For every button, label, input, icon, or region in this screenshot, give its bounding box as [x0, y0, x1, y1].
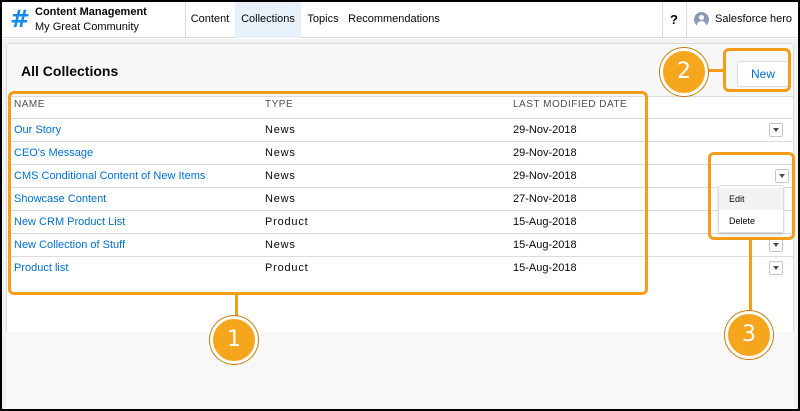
callout-connector: [749, 240, 752, 312]
callout-highlight-row-menu: [708, 152, 795, 240]
callout-badge: 2: [660, 48, 708, 96]
callout-badge: 3: [725, 311, 773, 359]
tab-content[interactable]: Content: [185, 2, 235, 38]
row-actions-chevron-down-icon[interactable]: [769, 123, 783, 137]
callout-connector: [235, 295, 238, 317]
user-avatar-icon[interactable]: [694, 12, 709, 27]
divider: [662, 2, 663, 38]
row-actions-chevron-down-icon[interactable]: [769, 261, 783, 275]
top-header: # Content Management My Great Community …: [2, 2, 798, 38]
tab-topics[interactable]: Topics: [301, 2, 345, 38]
divider: [686, 2, 687, 38]
community-logo-icon: #: [10, 5, 31, 33]
community-name[interactable]: My Great Community: [35, 21, 139, 33]
tab-collections[interactable]: Collections: [235, 2, 301, 38]
page-title: All Collections: [21, 63, 119, 79]
tab-recommendations[interactable]: Recommendations: [345, 2, 443, 38]
callout-highlight-table: [8, 91, 648, 295]
callout-highlight-new-button: [723, 48, 791, 92]
callout-connector: [708, 69, 723, 72]
help-icon[interactable]: ?: [670, 12, 678, 27]
row-actions-chevron-down-icon[interactable]: [769, 238, 783, 252]
app-title: Content Management: [35, 6, 147, 18]
app-window: # Content Management My Great Community …: [0, 0, 800, 411]
user-name[interactable]: Salesforce hero: [715, 13, 792, 25]
callout-badge: 1: [210, 316, 258, 364]
empty-area: [6, 332, 794, 409]
